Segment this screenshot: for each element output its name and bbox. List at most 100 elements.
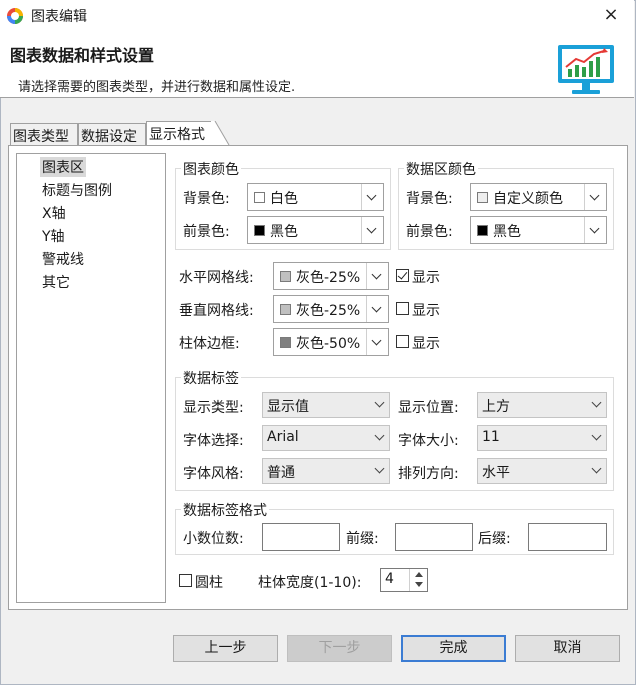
- chevron-down-icon: [374, 397, 385, 408]
- chart-bg-color-combo[interactable]: 白色: [247, 183, 384, 211]
- chevron-down-icon: [361, 217, 383, 243]
- bar-width-label: 柱体宽度(1-10):: [258, 575, 362, 591]
- chart-bg-label: 背景色:: [183, 191, 230, 207]
- chevron-down-icon: [374, 430, 385, 441]
- color-swatch: [477, 225, 488, 236]
- v-grid-show-label[interactable]: 显示: [412, 300, 440, 320]
- tree-item-x-axis[interactable]: X轴: [40, 203, 68, 223]
- select-value: 上方: [482, 399, 510, 415]
- tree-item-title-legend[interactable]: 标题与图例: [40, 180, 114, 200]
- decimals-input[interactable]: [262, 523, 340, 551]
- color-swatch: [254, 192, 265, 203]
- select-value: 水平: [482, 465, 510, 481]
- wizard-header: 图表数据和样式设置 请选择需要的图表类型，并进行数据和属性设定.: [0, 31, 634, 98]
- suffix-input[interactable]: [528, 523, 607, 551]
- chevron-down-icon: [584, 184, 606, 210]
- stepper-value: 4: [385, 571, 394, 587]
- text-direction-label: 排列方向:: [398, 466, 459, 482]
- chevron-down-icon: [591, 463, 602, 474]
- text-direction-select[interactable]: 水平: [477, 458, 607, 484]
- select-value: 11: [482, 429, 500, 445]
- chevron-up-icon[interactable]: [415, 572, 423, 577]
- select-value: 显示值: [267, 399, 309, 415]
- combo-value: 黑色: [270, 224, 298, 240]
- prev-button[interactable]: 上一步: [173, 635, 278, 662]
- font-size-label: 字体大小:: [398, 433, 459, 449]
- next-button[interactable]: 下一步: [287, 635, 392, 662]
- font-size-select[interactable]: 11: [477, 425, 607, 451]
- cancel-button[interactable]: 取消: [515, 635, 620, 662]
- display-type-select[interactable]: 显示值: [262, 392, 390, 418]
- color-swatch: [280, 304, 291, 315]
- prefix-input[interactable]: [395, 523, 473, 551]
- color-swatch: [254, 225, 265, 236]
- data-area-bg-label: 背景色:: [406, 191, 453, 207]
- suffix-label: 后缀:: [478, 531, 511, 547]
- settings-tree[interactable]: [16, 153, 166, 603]
- data-area-bg-color-combo[interactable]: 自定义颜色: [470, 183, 607, 211]
- combo-value: 灰色-25%: [296, 303, 361, 319]
- app-logo-icon: [7, 8, 23, 24]
- bar-border-color-combo[interactable]: 灰色-50%: [273, 328, 389, 356]
- close-icon[interactable]: ×: [600, 4, 622, 26]
- h-grid-show-label[interactable]: 显示: [412, 267, 440, 287]
- combo-value: 黑色: [493, 224, 521, 240]
- chevron-down-icon: [366, 263, 388, 289]
- stepper-buttons[interactable]: [409, 569, 427, 591]
- header-title: 图表数据和样式设置: [10, 46, 155, 65]
- display-type-label: 显示类型:: [183, 400, 244, 416]
- v-grid-show-checkbox[interactable]: [396, 302, 409, 315]
- display-position-select[interactable]: 上方: [477, 392, 607, 418]
- display-position-label: 显示位置:: [398, 400, 459, 416]
- tree-item-y-axis[interactable]: Y轴: [40, 226, 67, 246]
- combo-value: 自定义颜色: [493, 191, 563, 207]
- bar-width-stepper[interactable]: 4: [380, 568, 428, 592]
- cylinder-checkbox[interactable]: [179, 574, 192, 587]
- v-grid-color-combo[interactable]: 灰色-25%: [273, 295, 389, 323]
- data-area-fg-color-combo[interactable]: 黑色: [470, 216, 607, 244]
- prefix-label: 前缀:: [346, 531, 379, 547]
- chevron-down-icon: [361, 184, 383, 210]
- font-style-label: 字体风格:: [183, 466, 244, 482]
- data-area-color-title: 数据区颜色: [404, 159, 478, 179]
- chevron-down-icon[interactable]: [415, 582, 423, 587]
- chart-color-title: 图表颜色: [181, 159, 241, 179]
- data-area-fg-label: 前景色:: [406, 224, 453, 240]
- chevron-down-icon: [591, 397, 602, 408]
- chart-fg-color-combo[interactable]: 黑色: [247, 216, 384, 244]
- font-style-select[interactable]: 普通: [262, 458, 390, 484]
- tree-item-other[interactable]: 其它: [40, 272, 72, 292]
- chevron-down-icon: [584, 217, 606, 243]
- decimals-label: 小数位数:: [183, 531, 244, 547]
- chart-monitor-icon: [558, 45, 614, 94]
- select-value: Arial: [267, 429, 299, 445]
- data-labels-title: 数据标签: [181, 368, 241, 388]
- bar-border-show-label[interactable]: 显示: [412, 333, 440, 353]
- finish-button[interactable]: 完成: [401, 635, 506, 662]
- select-value: 普通: [267, 465, 295, 481]
- h-grid-show-checkbox[interactable]: [396, 269, 409, 282]
- color-swatch: [280, 271, 291, 282]
- title-bar: 图表编辑 ×: [0, 0, 634, 31]
- chevron-down-icon: [366, 296, 388, 322]
- label-format-title: 数据标签格式: [181, 500, 269, 520]
- color-swatch: [280, 337, 291, 348]
- chevron-down-icon: [366, 329, 388, 355]
- chevron-down-icon: [374, 463, 385, 474]
- chevron-down-icon: [591, 430, 602, 441]
- combo-value: 灰色-25%: [296, 270, 361, 286]
- cylinder-label[interactable]: 圆柱: [195, 572, 223, 592]
- tree-item-chart-area[interactable]: 图表区: [40, 157, 86, 177]
- color-swatch: [477, 192, 488, 203]
- font-select[interactable]: Arial: [262, 425, 390, 451]
- tab-chart-type[interactable]: 图表类型: [10, 123, 78, 145]
- combo-value: 灰色-50%: [296, 336, 361, 352]
- tab-data-settings[interactable]: 数据设定: [78, 123, 146, 145]
- h-grid-color-combo[interactable]: 灰色-25%: [273, 262, 389, 290]
- bar-border-show-checkbox[interactable]: [396, 335, 409, 348]
- tree-item-warning-line[interactable]: 警戒线: [40, 249, 86, 269]
- tab-display-format[interactable]: 显示格式: [146, 121, 214, 146]
- h-grid-label: 水平网格线:: [179, 270, 254, 286]
- v-grid-label: 垂直网格线:: [179, 303, 254, 319]
- font-select-label: 字体选择:: [183, 433, 244, 449]
